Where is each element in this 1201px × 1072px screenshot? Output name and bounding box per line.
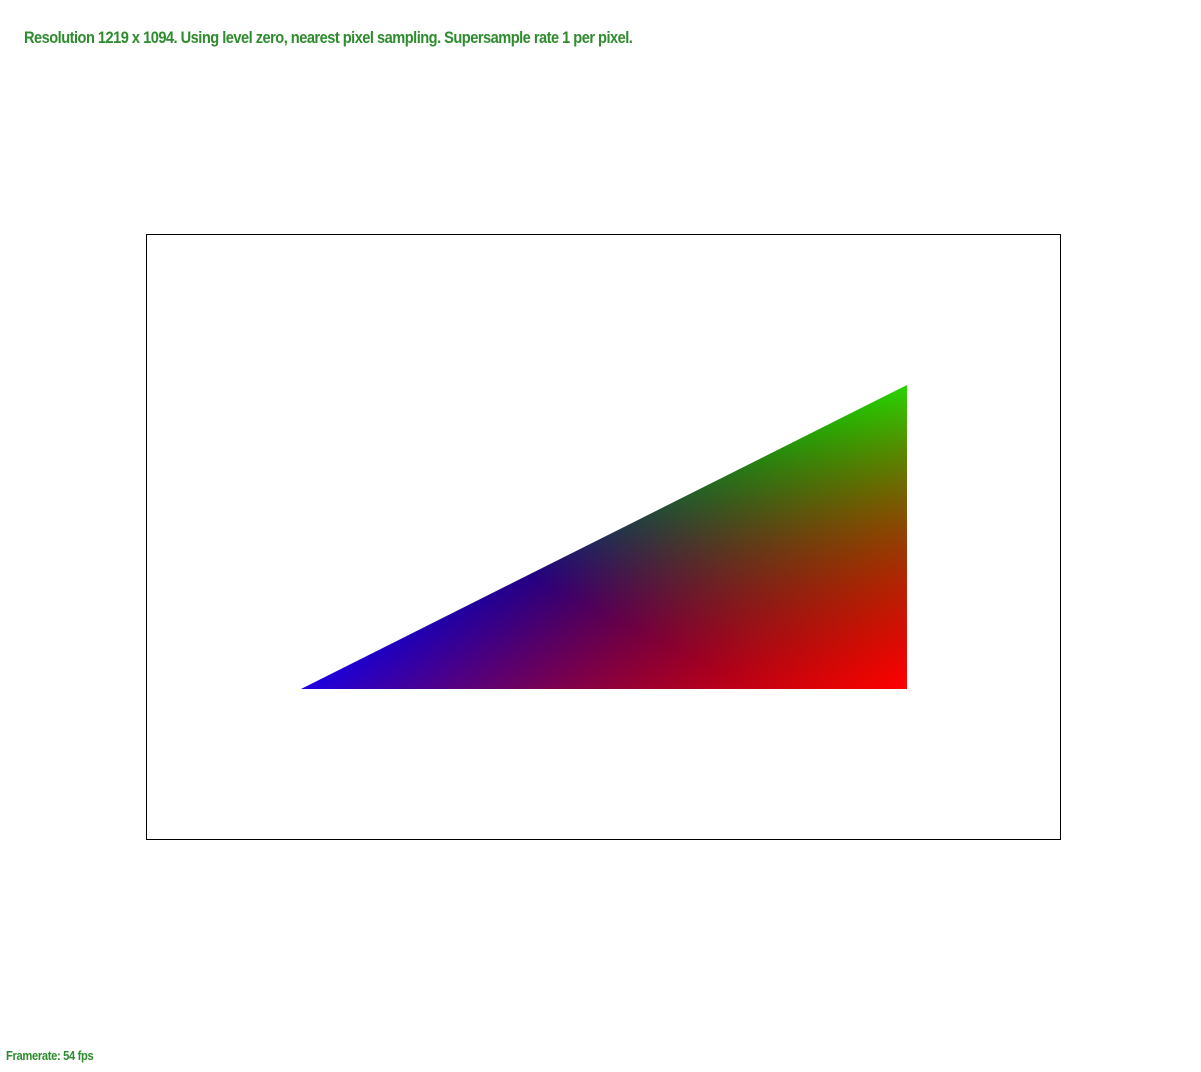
render-canvas <box>301 385 907 689</box>
render-viewport[interactable] <box>146 234 1061 840</box>
framerate-text: Framerate: 54 fps <box>6 1048 94 1063</box>
rgb-triangle <box>301 385 907 689</box>
status-text: Resolution 1219 x 1094. Using level zero… <box>24 28 633 47</box>
